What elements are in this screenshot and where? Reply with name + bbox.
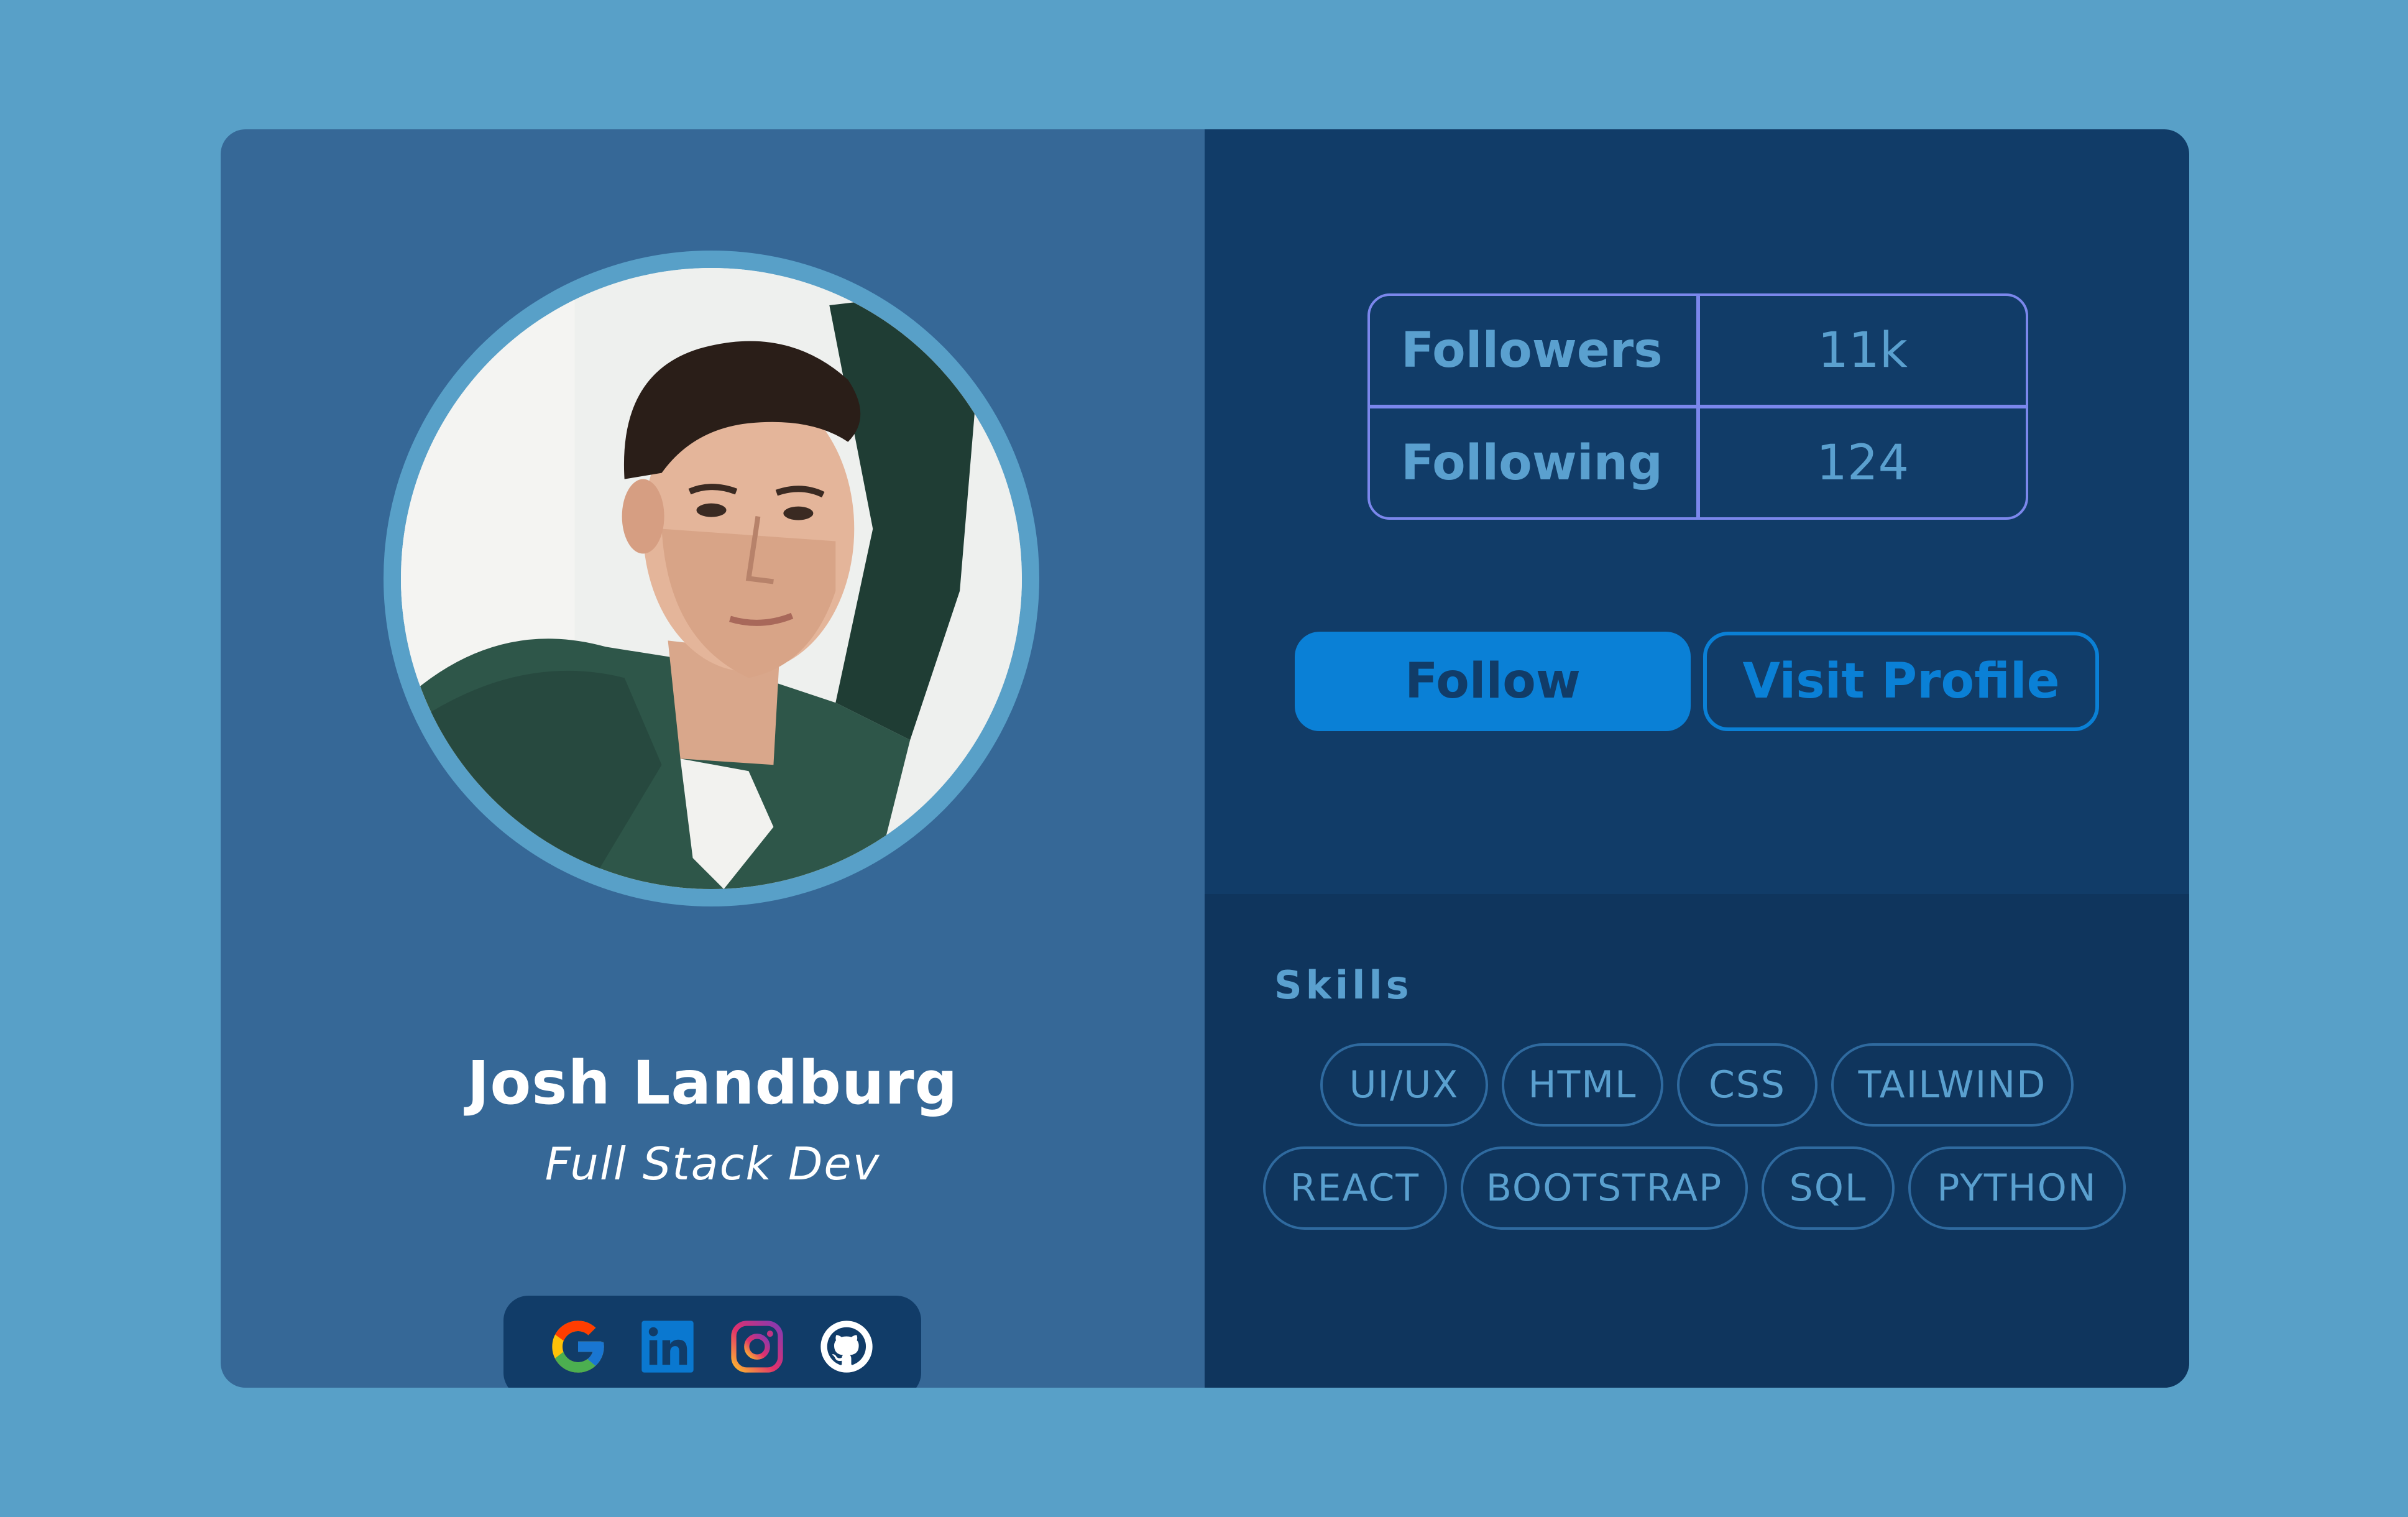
skills-title: Skills <box>1274 962 1413 1008</box>
profile-name: Josh Landburg <box>467 1048 958 1118</box>
skill-tag: HTML <box>1502 1043 1663 1127</box>
google-icon <box>552 1321 604 1373</box>
followers-count: 11k <box>1698 296 2026 408</box>
github-link[interactable] <box>816 1316 878 1378</box>
instagram-icon <box>731 1321 783 1373</box>
skill-tag: SQL <box>1762 1146 1895 1230</box>
skill-tag: UI/UX <box>1320 1043 1488 1127</box>
google-link[interactable] <box>547 1316 609 1378</box>
profile-role: Full Stack Dev <box>545 1138 881 1190</box>
following-count: 124 <box>1816 435 1909 491</box>
avatar <box>401 268 1022 889</box>
skills-section: Skills UI/UX HTML CSS TAILWIND REACT BOO… <box>1205 894 2189 1388</box>
visit-profile-button[interactable]: Visit Profile <box>1703 632 2099 731</box>
linkedin-icon <box>641 1321 694 1373</box>
skill-tag: TAILWIND <box>1831 1043 2074 1127</box>
details-panel: Followers 11k Following 124 Follow Visit… <box>1205 129 2189 1388</box>
following-label: Following <box>1370 407 1700 517</box>
skill-tag: PYTHON <box>1908 1146 2126 1230</box>
followers-label: Followers <box>1370 296 1700 408</box>
skill-tag: CSS <box>1677 1043 1817 1127</box>
github-icon <box>820 1321 873 1373</box>
skill-tag: BOOTSTRAP <box>1461 1146 1748 1230</box>
profile-card: Josh Landburg Full Stack Dev Followers 1… <box>221 129 2189 1388</box>
linkedin-link[interactable] <box>636 1316 699 1378</box>
social-links-bar <box>503 1296 921 1388</box>
avatar-ring <box>384 251 1039 906</box>
avatar-photo <box>401 268 1022 889</box>
instagram-link[interactable] <box>726 1316 788 1378</box>
skill-tag: REACT <box>1263 1146 1447 1230</box>
follow-button[interactable]: Follow <box>1295 632 1691 731</box>
profile-panel: Josh Landburg Full Stack Dev <box>221 129 1205 1388</box>
stats-table: Followers 11k Following 124 <box>1367 293 2028 520</box>
